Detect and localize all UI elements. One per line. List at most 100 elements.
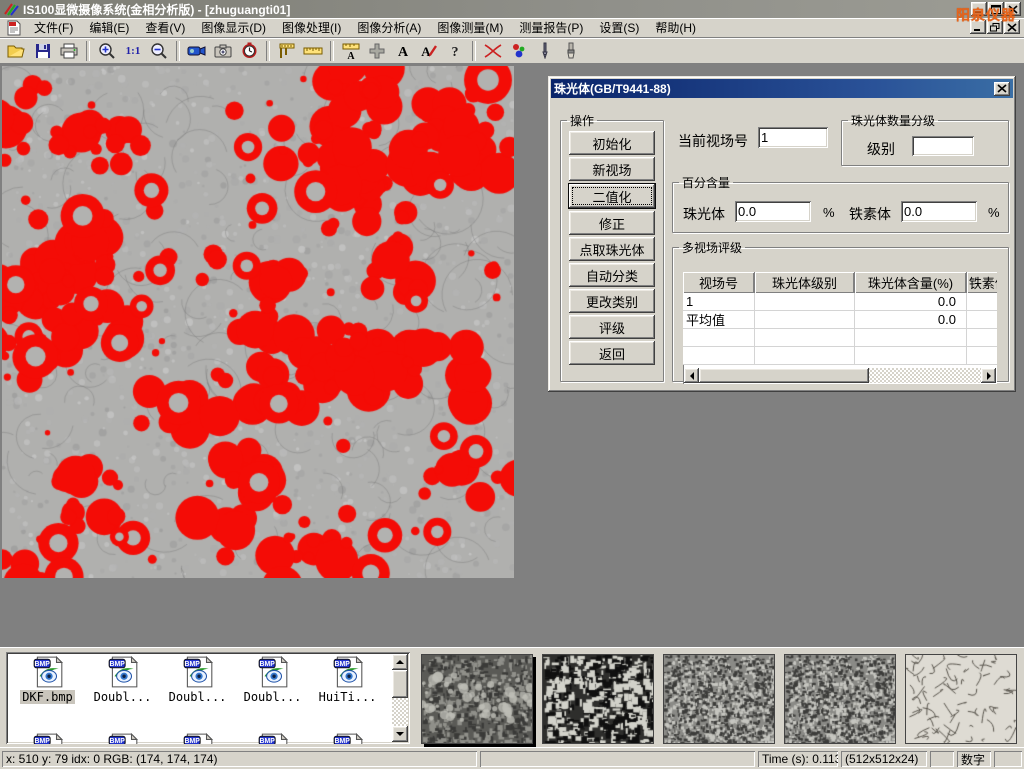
save-icon[interactable]: [31, 40, 55, 62]
multi-field-group: 多视场评级 视场号 珠光体级别 珠光体含量(%) 铁素体含量(%) 1 0.0: [672, 239, 1009, 382]
file-item[interactable]: [160, 732, 235, 744]
file-item[interactable]: [10, 732, 85, 744]
cell-field-no: 平均值: [683, 311, 755, 328]
return-button[interactable]: 返回: [569, 341, 655, 365]
grid-cross-icon[interactable]: [365, 40, 389, 62]
dialog-title-bar[interactable]: 珠光体(GB/T9441-88): [551, 79, 1013, 98]
file-item[interactable]: Doubl...: [85, 655, 160, 704]
scroll-thumb[interactable]: [699, 368, 869, 383]
video-camera-icon[interactable]: [185, 40, 209, 62]
scroll-thumb[interactable]: [392, 670, 408, 698]
empty-panel: [480, 751, 755, 767]
cell-level: [755, 311, 855, 328]
menu-item-help[interactable]: 帮助(H): [647, 17, 704, 38]
file-item[interactable]: Doubl...: [160, 655, 235, 704]
open-icon[interactable]: [5, 40, 29, 62]
level-input[interactable]: [912, 136, 974, 156]
table-horizontal-scrollbar[interactable]: [684, 368, 996, 383]
menu-item-file[interactable]: 文件(F): [26, 17, 81, 38]
file-item[interactable]: [235, 732, 310, 744]
grade-button[interactable]: 评级: [569, 315, 655, 339]
table-row[interactable]: 平均值 0.0: [683, 311, 997, 329]
brush-icon[interactable]: [559, 40, 583, 62]
document-icon[interactable]: [6, 20, 22, 36]
image-size-panel: (512x512x24): [841, 751, 927, 767]
thumbnail-image-2[interactable]: [542, 654, 654, 744]
file-item[interactable]: HuiTi...: [310, 655, 385, 704]
scroll-left-button[interactable]: [684, 368, 699, 383]
particle-analysis-icon[interactable]: [507, 40, 531, 62]
file-browser-scrollbar[interactable]: [392, 654, 408, 742]
bmp-file-icon: [331, 655, 365, 689]
rating-table-header: 视场号 珠光体级别 珠光体含量(%) 铁素体含量(%): [683, 272, 997, 293]
thumbnail-image-1[interactable]: [421, 654, 533, 744]
bmp-file-icon: [181, 732, 215, 744]
dialog-close-button[interactable]: [994, 82, 1010, 96]
dialog-title: 珠光体(GB/T9441-88): [554, 80, 994, 97]
file-item[interactable]: Doubl...: [235, 655, 310, 704]
binarize-button[interactable]: 二值化: [568, 183, 656, 209]
current-field-input[interactable]: [758, 127, 828, 148]
file-item[interactable]: [310, 732, 385, 744]
menu-item-report[interactable]: 测量报告(P): [511, 17, 591, 38]
caliper-icon[interactable]: [275, 40, 299, 62]
toolbar-separator: [266, 41, 270, 61]
workspace: 珠光体(GB/T9441-88) 操作 初始化 新视场 二值化 修正 点取珠光体…: [0, 64, 1024, 647]
thumbnail-image-3[interactable]: [663, 654, 775, 744]
timer-icon[interactable]: [237, 40, 261, 62]
pen-icon[interactable]: [533, 40, 557, 62]
scroll-down-button[interactable]: [392, 726, 408, 742]
menu-item-image-analyze[interactable]: 图像分析(A): [349, 17, 429, 38]
camera-icon[interactable]: [211, 40, 235, 62]
zoom-out-icon[interactable]: [147, 40, 171, 62]
correct-button[interactable]: 修正: [569, 211, 655, 235]
table-row[interactable]: 1 0.0: [683, 293, 997, 311]
percent-group: 百分含量 珠光体 % 铁素体 %: [672, 174, 1009, 233]
file-item[interactable]: [85, 732, 160, 744]
auto-classify-button[interactable]: 自动分类: [569, 263, 655, 287]
zoom-in-icon[interactable]: [95, 40, 119, 62]
scroll-up-button[interactable]: [392, 654, 408, 670]
ferrite-input[interactable]: [901, 201, 977, 222]
cell-content: 0.0: [855, 311, 967, 328]
micrograph-image[interactable]: [2, 66, 514, 578]
change-class-button[interactable]: 更改类别: [569, 289, 655, 313]
menu-item-image-process[interactable]: 图像处理(I): [274, 17, 349, 38]
pearlite-dialog: 珠光体(GB/T9441-88) 操作 初始化 新视场 二值化 修正 点取珠光体…: [548, 76, 1016, 392]
measure-text-icon[interactable]: A: [339, 40, 363, 62]
menu-item-settings[interactable]: 设置(S): [591, 17, 647, 38]
scroll-right-button[interactable]: [981, 368, 996, 383]
ruler-icon[interactable]: [301, 40, 325, 62]
file-item[interactable]: DKF.bmp: [10, 655, 85, 704]
level-label: 级别: [867, 139, 895, 159]
svg-text:A: A: [398, 45, 409, 59]
thumbnail-image-5[interactable]: [905, 654, 1017, 744]
new-field-button[interactable]: 新视场: [569, 157, 655, 181]
file-name: HuiTi...: [317, 690, 379, 704]
curve-tool-icon[interactable]: [481, 40, 505, 62]
svg-text:?: ?: [452, 45, 459, 59]
pearlite-input[interactable]: [735, 201, 811, 222]
menu-item-image-measure[interactable]: 图像测量(M): [429, 17, 511, 38]
rating-table[interactable]: 视场号 珠光体级别 珠光体含量(%) 铁素体含量(%) 1 0.0 平均值: [683, 272, 997, 384]
header-pearlite-content: 珠光体含量(%): [855, 272, 967, 293]
thumbnail-image-4[interactable]: [784, 654, 896, 744]
print-icon[interactable]: [57, 40, 81, 62]
menu-item-view[interactable]: 查看(V): [137, 17, 193, 38]
status-bar: x: 510 y: 79 idx: 0 RGB: (174, 174, 174)…: [0, 747, 1024, 769]
text-icon[interactable]: A: [391, 40, 415, 62]
initialize-button[interactable]: 初始化: [569, 131, 655, 155]
bmp-file-icon: [256, 655, 290, 689]
toolbar-separator: [176, 41, 180, 61]
menu-item-image-display[interactable]: 图像显示(D): [193, 17, 274, 38]
actual-size-icon[interactable]: 1:1: [121, 40, 145, 62]
menu-bar: 文件(F) 编辑(E) 查看(V) 图像显示(D) 图像处理(I) 图像分析(A…: [0, 18, 1024, 38]
pick-pearlite-button[interactable]: 点取珠光体: [569, 237, 655, 261]
annotate-icon[interactable]: A: [417, 40, 441, 62]
file-browser[interactable]: DKF.bmp Doubl... Doubl... Doubl... HuiTi…: [6, 652, 410, 744]
grading-group: 珠光体数量分级 级别: [841, 112, 1009, 166]
help-icon[interactable]: ?: [443, 40, 467, 62]
menu-item-edit[interactable]: 编辑(E): [81, 17, 137, 38]
ferrite-label: 铁素体: [849, 204, 891, 224]
header-field-no: 视场号: [683, 272, 755, 293]
